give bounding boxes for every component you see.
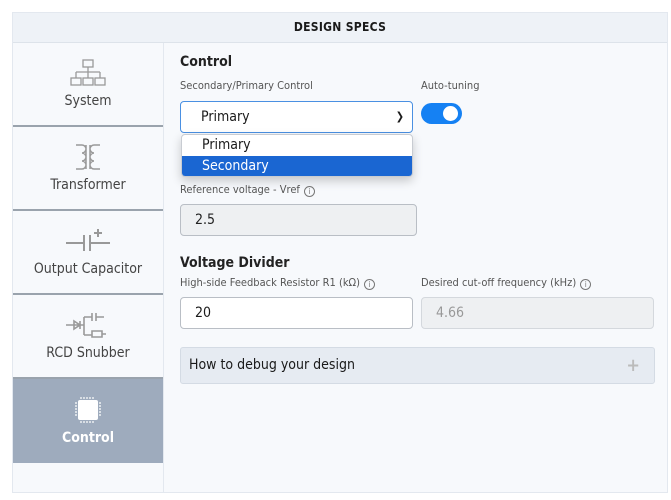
section-title-control: Control	[180, 54, 233, 70]
system-hierarchy-icon	[70, 59, 106, 86]
sidebar-item-rcd-snubber[interactable]: RCD Snubber	[13, 295, 163, 379]
info-icon[interactable]: i	[303, 186, 315, 197]
r1-label-text: High-side Feedback Resistor R1 (kΩ)	[180, 276, 360, 289]
sidebar-item-control[interactable]: Control	[13, 379, 163, 463]
sidebar-item-output-capacitor[interactable]: Output Capacitor	[13, 211, 163, 295]
cutoff-label: Desired cut-off frequency (kHz) i	[421, 276, 592, 290]
option-primary[interactable]: Primary	[182, 135, 412, 156]
sidebar: System Transformer Output Capacitor RCD …	[13, 43, 164, 492]
design-specs-panel: DESIGN SPECS System Transformer Output C…	[12, 12, 668, 493]
control-mode-select[interactable]: Primary ❯	[180, 101, 413, 133]
sidebar-item-system[interactable]: System	[13, 43, 163, 127]
panel-title: DESIGN SPECS	[13, 13, 667, 43]
auto-tuning-toggle[interactable]	[421, 103, 462, 124]
option-secondary[interactable]: Secondary	[182, 156, 412, 176]
auto-tuning-label: Auto-tuning	[421, 79, 480, 92]
plus-icon: +	[626, 355, 640, 376]
capacitor-icon	[66, 229, 110, 251]
cutoff-frequency-field: 4.66	[421, 297, 654, 329]
sidebar-item-transformer[interactable]: Transformer	[13, 127, 163, 211]
vref-label: Reference voltage - Vref i	[180, 183, 315, 197]
sidebar-item-label: Output Capacitor	[33, 261, 143, 277]
rcd-snubber-icon	[66, 313, 106, 338]
chip-icon	[75, 397, 101, 423]
section-title-voltage-divider: Voltage Divider	[180, 255, 290, 271]
debug-accordion[interactable]: How to debug your design +	[180, 347, 655, 384]
control-mode-label: Secondary/Primary Control	[180, 79, 313, 92]
transformer-icon	[76, 144, 100, 170]
sidebar-item-label: System	[64, 93, 112, 109]
accordion-label: How to debug your design	[189, 357, 355, 373]
r1-label: High-side Feedback Resistor R1 (kΩ) i	[180, 276, 375, 290]
selected-value: Primary	[201, 109, 250, 125]
sidebar-item-label: RCD Snubber	[46, 345, 130, 361]
info-icon[interactable]: i	[580, 279, 592, 290]
control-mode-dropdown: Primary Secondary	[181, 134, 413, 177]
cutoff-label-text: Desired cut-off frequency (kHz)	[421, 276, 577, 289]
vref-label-text: Reference voltage - Vref	[180, 183, 300, 196]
sidebar-item-label: Transformer	[50, 177, 126, 193]
r1-input[interactable]: 20	[180, 297, 413, 329]
chevron-down-icon: ❯	[395, 110, 404, 123]
info-icon[interactable]: i	[363, 279, 375, 290]
sidebar-item-label: Control	[61, 430, 115, 446]
vref-field[interactable]: 2.5	[180, 204, 417, 236]
